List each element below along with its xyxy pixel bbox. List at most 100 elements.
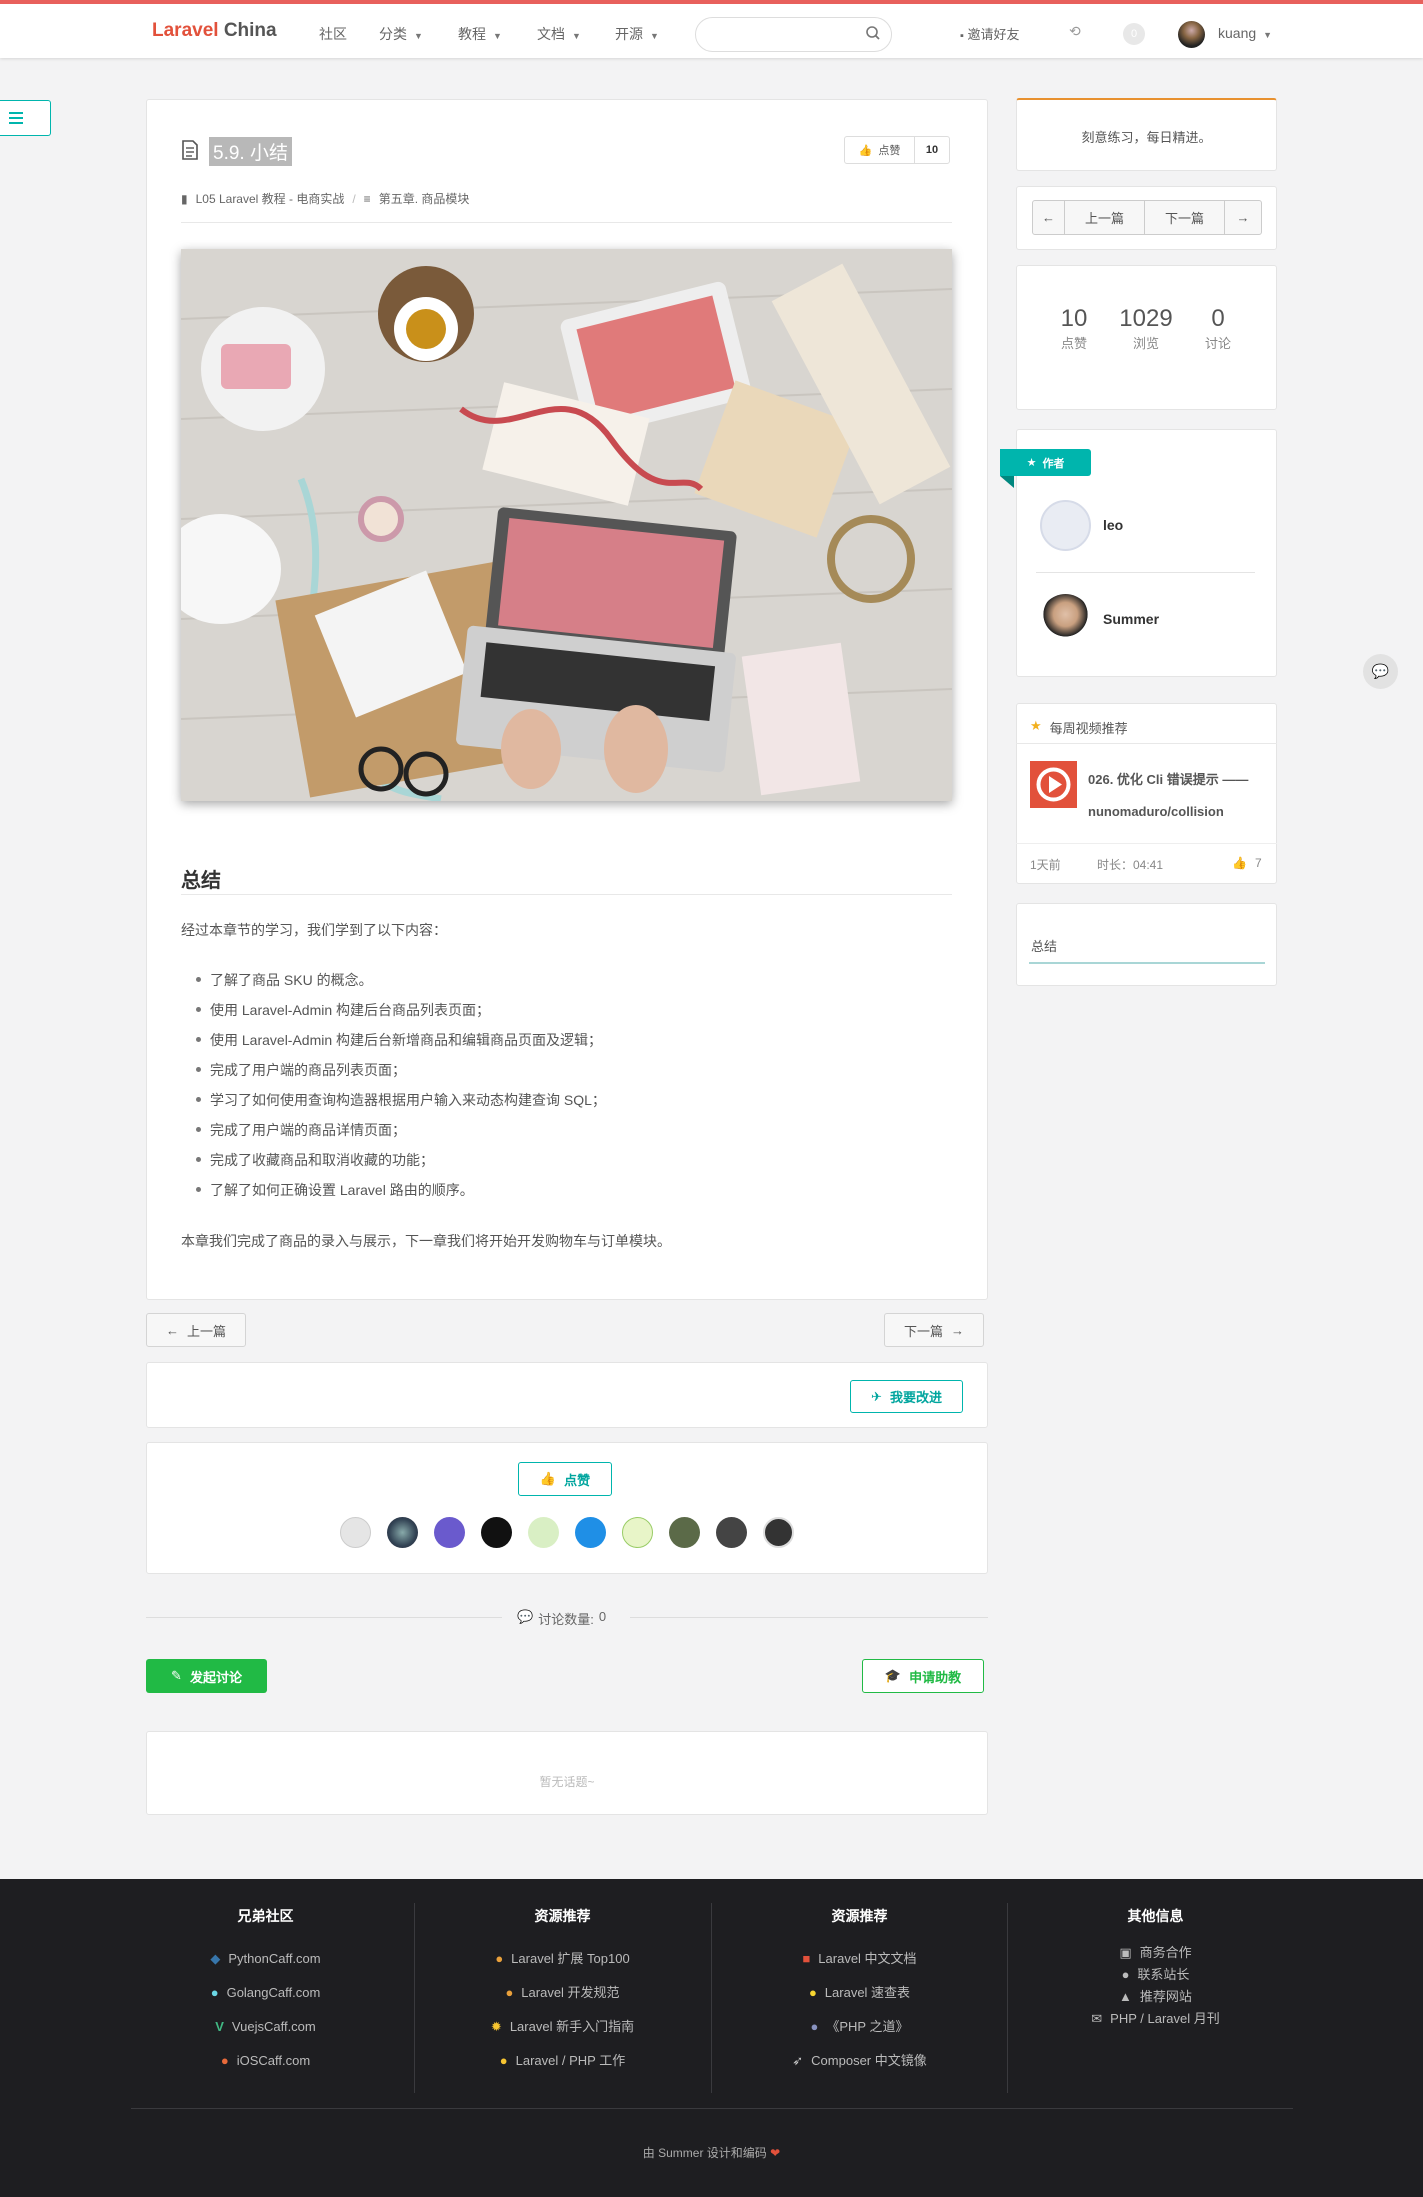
rocket-icon: ➶ xyxy=(792,2053,804,2068)
prev-article-button[interactable]: ← 上一篇 xyxy=(146,1313,246,1347)
footer-credit: 由 Summer 设计和编码 ❤ xyxy=(642,2146,781,2160)
footer-col-resources-1: 资源推荐 ● Laravel 扩展 Top100 ● Laravel 开发规范 ✹ L… xyxy=(414,1906,711,2078)
video-card-header: ★ 每周视频推荐 xyxy=(1030,718,1128,736)
video-play-icon[interactable] xyxy=(1030,761,1077,808)
sidebar-next-button[interactable]: 下一篇 xyxy=(1145,201,1225,234)
voter-avatar[interactable] xyxy=(716,1517,747,1548)
nav-item-community[interactable]: 社区 xyxy=(319,24,347,44)
history-icon[interactable]: ⟲ xyxy=(1069,23,1081,40)
divider xyxy=(1036,572,1255,573)
voter-avatar[interactable] xyxy=(387,1517,418,1548)
start-discussion-button[interactable]: ✎ 发起讨论 xyxy=(146,1659,267,1693)
star-icon: ★ xyxy=(1030,718,1042,733)
empty-topics-text: 暂无话题~ xyxy=(539,1775,595,1789)
footer-link[interactable]: ● 联系站长 xyxy=(1007,1964,1304,1986)
footer-link[interactable]: ● Laravel 扩展 Top100 xyxy=(414,1942,711,1976)
footer-link[interactable]: ➶ Composer 中文镜像 xyxy=(711,2044,1008,2078)
notification-badge[interactable]: 0 xyxy=(1123,23,1145,45)
user-avatar[interactable] xyxy=(1178,21,1205,48)
vue-icon: V xyxy=(215,2019,224,2034)
article-hero-image xyxy=(181,249,952,801)
author-name-leo[interactable]: leo xyxy=(1103,517,1123,533)
voter-avatar[interactable] xyxy=(669,1517,700,1548)
search-input[interactable] xyxy=(695,17,892,52)
user-menu[interactable]: kuang ▼ xyxy=(1218,25,1272,41)
comments-icon: 💬 xyxy=(517,1609,534,1624)
briefcase-icon: ▣ xyxy=(1119,1945,1132,1960)
apply-assistant-button[interactable]: 🎓 申请助教 xyxy=(862,1659,984,1693)
toc-active-indicator xyxy=(1029,962,1265,964)
author-avatar-leo[interactable] xyxy=(1040,500,1091,551)
footer-link[interactable]: V VuejsCaff.com xyxy=(117,2010,414,2044)
footer-link[interactable]: ✉ PHP / Laravel 月刊 xyxy=(1007,2008,1304,2030)
footer-link[interactable]: ● Laravel 开发规范 xyxy=(414,1976,711,2010)
footer-link[interactable]: ◆ PythonCaff.com xyxy=(117,1942,414,1976)
author-avatar-summer[interactable] xyxy=(1040,594,1091,645)
footer-link[interactable]: ▲ 推荐网站 xyxy=(1007,1986,1304,2008)
arrow-left-icon: ← xyxy=(165,1322,179,1338)
voter-avatar[interactable] xyxy=(528,1517,559,1548)
vote-button[interactable]: 👍 点赞 xyxy=(518,1462,612,1496)
thumbs-up-icon: 👍 xyxy=(858,144,873,157)
brand-logo[interactable]: Laravel China xyxy=(152,20,277,42)
article-like-button[interactable]: 👍 点赞 10 xyxy=(844,136,950,164)
sun-icon: ✹ xyxy=(490,2019,502,2034)
author-ribbon: ★ 作者 xyxy=(1000,449,1091,476)
voter-avatar[interactable] xyxy=(340,1517,371,1548)
voter-avatar[interactable] xyxy=(481,1517,512,1548)
footer-link[interactable]: ● Laravel / PHP 工作 xyxy=(414,2044,711,2078)
star-icon: ★ xyxy=(1026,457,1037,469)
search-icon xyxy=(866,26,880,40)
arrow-right-icon[interactable]: → xyxy=(1225,201,1261,234)
footer-link[interactable]: ▣ 商务合作 xyxy=(1007,1942,1304,1964)
footer-link[interactable]: ● Laravel 速查表 xyxy=(711,1976,1008,2010)
video-title-link[interactable]: 026. 优化 Cli 错误提示 —— nunomaduro/collision xyxy=(1088,764,1263,828)
nav-item-docs[interactable]: 文档 ▼ xyxy=(537,24,581,44)
video-likes: 👍 7 xyxy=(1232,856,1262,870)
divider xyxy=(146,1617,502,1618)
menu-icon xyxy=(9,112,23,124)
chat-bubble-icon[interactable]: 💬 xyxy=(1363,654,1398,689)
breadcrumb-book[interactable]: L05 Laravel 教程 - 电商实战 xyxy=(196,190,345,207)
toc-toggle-button[interactable] xyxy=(0,100,51,136)
top-navbar: Laravel China 社区 分类 ▼ 教程 ▼ 文档 ▼ 开源 ▼ ▪ 邀请好友 … xyxy=(0,0,1423,58)
divider xyxy=(181,222,952,223)
heading-underline xyxy=(181,894,952,895)
breadcrumb-chapter[interactable]: 第五章. 商品模块 xyxy=(379,190,470,207)
article-title: 5.9. 小结 xyxy=(209,137,292,166)
voter-avatar[interactable] xyxy=(575,1517,606,1548)
footer-link[interactable]: ■ Laravel 中文文档 xyxy=(711,1942,1008,1976)
list-item: 了解了如何正确设置 Laravel 路由的顺序。 xyxy=(196,1182,474,1198)
toc-item[interactable]: 总结 xyxy=(1031,936,1057,955)
invite-link[interactable]: ▪ 邀请好友 xyxy=(960,24,1020,43)
section-heading: 总结 xyxy=(181,870,221,892)
document-icon xyxy=(182,140,198,160)
author-name-summer[interactable]: Summer xyxy=(1103,611,1159,627)
improve-button[interactable]: ✈ 我要改进 xyxy=(850,1380,963,1413)
nav-item-tutorial[interactable]: 教程 ▼ xyxy=(458,24,502,44)
gopher-icon: ● xyxy=(210,1985,219,2000)
arrow-left-icon[interactable]: ← xyxy=(1033,201,1065,234)
people-icon: ● xyxy=(505,1985,514,2000)
nav-item-opensource[interactable]: 开源 ▼ xyxy=(615,24,659,44)
footer-link[interactable]: ✹ Laravel 新手入门指南 xyxy=(414,2010,711,2044)
list-icon: ≡ xyxy=(363,191,371,206)
footer-link[interactable]: ● 《PHP 之道》 xyxy=(711,2010,1008,2044)
elephant-icon: ● xyxy=(810,2019,819,2034)
worker-icon: ● xyxy=(499,2053,508,2068)
burger-icon: ● xyxy=(495,1951,504,1966)
breadcrumb: ▮ L05 Laravel 教程 - 电商实战 / ≡ 第五章. 商品模块 xyxy=(181,190,470,207)
nav-item-category[interactable]: 分类 ▼ xyxy=(379,24,423,44)
pencil-icon: ✎ xyxy=(171,1668,182,1683)
footer-link[interactable]: ● iOSCaff.com xyxy=(117,2044,414,2078)
voter-avatar[interactable] xyxy=(434,1517,465,1548)
next-article-button[interactable]: 下一篇 → xyxy=(884,1313,984,1347)
voter-avatar[interactable] xyxy=(763,1517,794,1548)
gift-icon: ▪ xyxy=(960,30,964,42)
heart-icon: ❤ xyxy=(770,2146,781,2160)
footer-link[interactable]: ● GolangCaff.com xyxy=(117,1976,414,2010)
list-item: 了解了商品 SKU 的概念。 xyxy=(196,972,373,988)
voter-avatar[interactable] xyxy=(622,1517,653,1548)
outro-paragraph: 本章我们完成了商品的录入与展示，下一章我们将开始开发购物车与订单模块。 xyxy=(181,1233,671,1249)
sidebar-prev-button[interactable]: 上一篇 xyxy=(1065,201,1145,234)
